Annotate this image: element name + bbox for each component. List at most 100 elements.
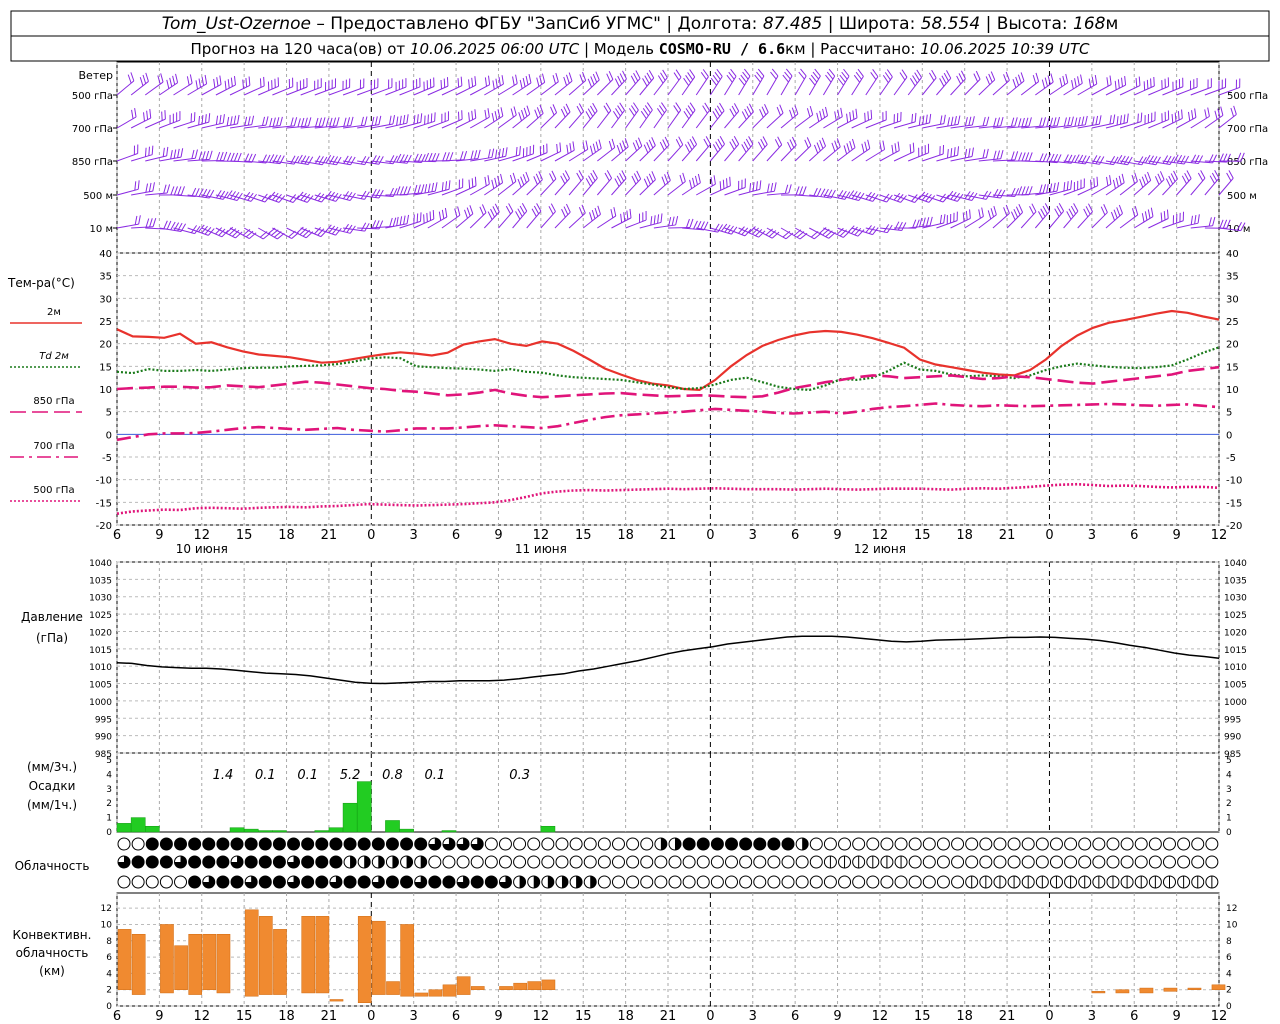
cloud-circle — [668, 855, 682, 869]
conv-bar — [117, 929, 132, 990]
cloud-circle — [838, 837, 852, 851]
barb-feather — [1153, 76, 1155, 87]
cloud-circle — [1134, 855, 1148, 869]
station-name: Tom_Ust-Ozernoe — [162, 14, 311, 34]
cloud-symbol — [1162, 837, 1176, 851]
cloud-circle — [710, 875, 724, 889]
cloud-symbol — [1064, 875, 1078, 889]
conv-ytick-right: 8 — [1226, 937, 1232, 947]
cloud-circle — [809, 837, 823, 851]
cloud-symbol — [710, 875, 724, 889]
precip-bar — [130, 817, 146, 833]
cloud-circle — [852, 837, 866, 851]
hour-tick: 18 — [956, 528, 973, 543]
temp-ytick-right: 30 — [1226, 294, 1239, 305]
conv-ytick-right: 0 — [1226, 1002, 1232, 1012]
cloud-circle — [852, 875, 866, 889]
conv-ytick: 6 — [106, 953, 112, 963]
cloud-symbol — [159, 875, 173, 889]
barb-feather — [432, 210, 435, 220]
cloud-symbol — [838, 837, 852, 851]
cloud-symbol — [611, 855, 625, 869]
pressure-ytick-right: 1015 — [1224, 646, 1247, 656]
cloud-symbol — [1035, 837, 1049, 851]
cloud-symbol — [654, 837, 668, 851]
hour-tick-bottom: 12 — [1211, 1009, 1228, 1024]
conv-ytick: 4 — [106, 969, 112, 979]
temp-ytick-right: 10 — [1226, 385, 1239, 396]
cloud-circle — [823, 875, 837, 889]
cloud-circle — [484, 837, 498, 851]
temp-ytick-right: 15 — [1226, 362, 1239, 373]
hour-tick-bottom: 6 — [791, 1009, 799, 1024]
barb-feather — [1090, 179, 1092, 189]
precip-bar — [229, 827, 245, 833]
cloud-circle — [569, 837, 583, 851]
temp-ytick-right: 5 — [1226, 408, 1232, 419]
hour-tick: 9 — [833, 528, 841, 543]
cloud-symbol — [301, 837, 315, 851]
cloud-fill — [188, 876, 201, 888]
cloud-symbol — [230, 837, 244, 851]
pressure-ytick-right: 1005 — [1224, 681, 1247, 691]
cloud-symbol — [725, 855, 739, 869]
cloud-symbol — [343, 875, 357, 889]
cloud-symbol — [696, 837, 710, 851]
cloud-circle — [145, 875, 159, 889]
temp-ytick-right: 20 — [1226, 340, 1239, 351]
conv-title-line: Конвективн. — [13, 928, 92, 942]
cloud-symbol — [936, 855, 950, 869]
temp-ytick: 10 — [99, 385, 112, 396]
cloud-symbol — [1049, 875, 1063, 889]
cloud-symbol — [1120, 875, 1134, 889]
hour-tick-bottom: 12 — [533, 1009, 550, 1024]
cloud-symbol — [527, 855, 541, 869]
hour-tick: 9 — [494, 528, 502, 543]
cloud-symbol — [357, 855, 371, 869]
temp-ytick-right: -5 — [1226, 453, 1236, 464]
barb-feather — [468, 179, 471, 189]
hour-tick: 21 — [321, 528, 338, 543]
cloud-symbol — [470, 837, 484, 851]
barb-feather — [1146, 79, 1149, 89]
conv-bar — [329, 999, 344, 1002]
cloud-circle — [1205, 837, 1219, 851]
cloud-fill — [301, 838, 314, 850]
pressure-ytick-right: 1040 — [1224, 559, 1247, 569]
cloud-fill — [231, 838, 244, 850]
cloud-symbol — [569, 855, 583, 869]
cloud-symbol — [1078, 875, 1092, 889]
cloud-symbol — [484, 875, 498, 889]
cloud-symbol — [753, 837, 767, 851]
barb-feather — [912, 142, 915, 152]
cloud-circle — [131, 875, 145, 889]
hour-tick-bottom: 9 — [494, 1009, 502, 1024]
hour-tick: 18 — [278, 528, 295, 543]
precip-total: 0.1 — [255, 768, 276, 783]
conv-bar — [400, 924, 414, 997]
cloud-symbol — [357, 875, 371, 889]
cloud-symbol — [682, 837, 696, 851]
longitude: 87.485 — [763, 14, 822, 34]
cloud-symbol — [442, 837, 456, 851]
hour-tick-bottom: 0 — [367, 1009, 375, 1024]
cloud-symbol — [640, 837, 654, 851]
pressure-ytick: 990 — [95, 733, 112, 743]
cloud-circle — [174, 875, 188, 889]
cloud-fill — [782, 838, 795, 850]
cloud-fill — [146, 856, 159, 868]
cloud-fill — [358, 838, 371, 850]
pressure-ytick-right: 1025 — [1224, 611, 1247, 621]
cloud-symbol — [753, 855, 767, 869]
cloud-circle — [1120, 837, 1134, 851]
cloud-symbol — [1007, 875, 1021, 889]
hour-tick-bottom: 21 — [660, 1009, 677, 1024]
cloud-fill — [174, 838, 187, 850]
conv-bar — [428, 989, 443, 997]
header-line-1: Tom_Ust-Ozernoe – Предоставлено ФГБУ "За… — [162, 14, 1119, 34]
cloud-symbol — [131, 855, 145, 869]
cloud-symbol — [1106, 837, 1120, 851]
cloud-symbol — [936, 837, 950, 851]
precip-bar — [116, 823, 132, 833]
cloud-symbol — [371, 875, 385, 889]
